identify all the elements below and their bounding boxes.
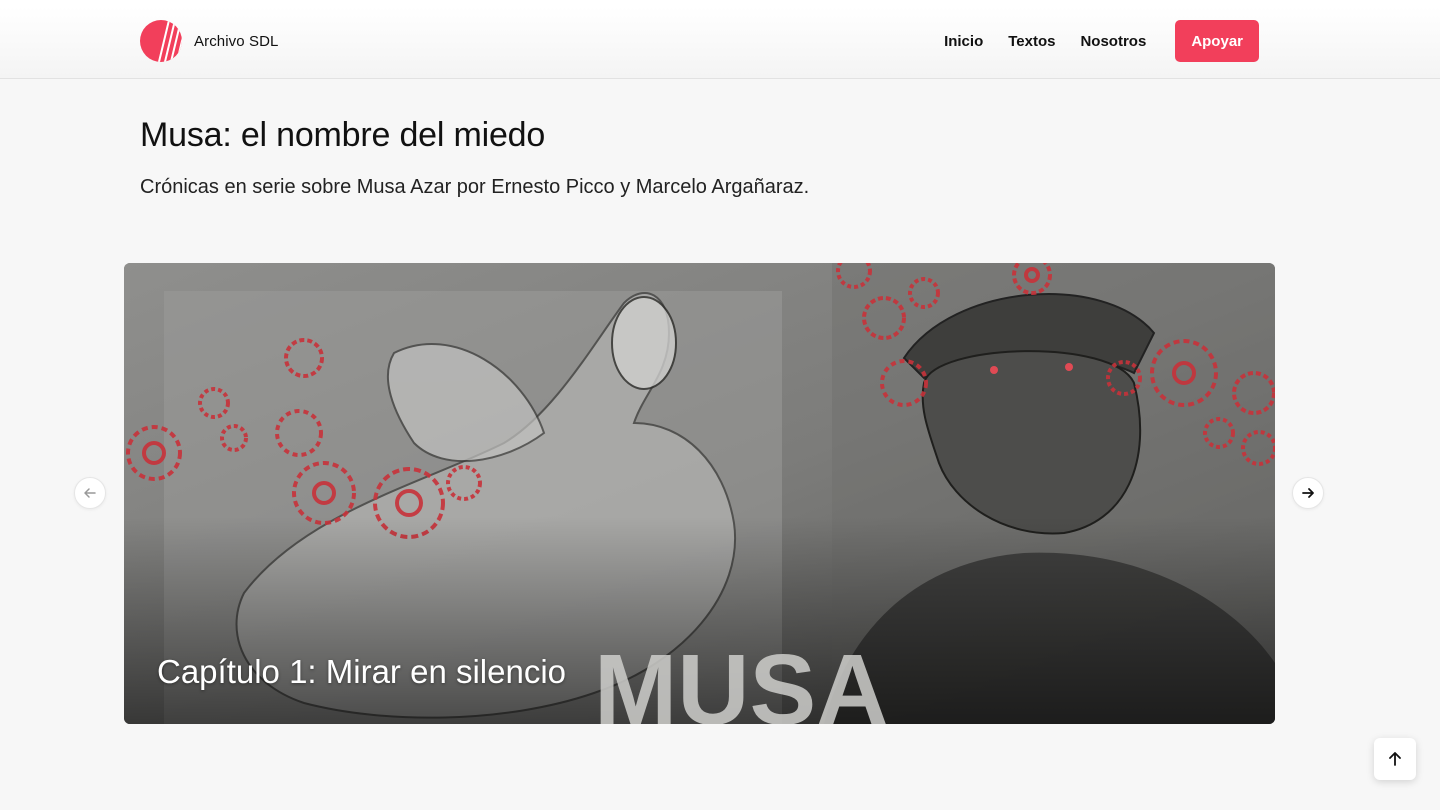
main-nav: Inicio Textos Nosotros Apoyar xyxy=(944,20,1259,62)
carousel-slide[interactable]: MUSA Capítulo 1: Mirar en silencio xyxy=(124,263,1275,724)
carousel-next-button[interactable] xyxy=(1292,477,1324,509)
arrow-up-icon xyxy=(1389,752,1401,766)
brand-link[interactable]: Archivo SDL xyxy=(140,20,278,62)
nav-link-nosotros[interactable]: Nosotros xyxy=(1080,33,1146,50)
top-strip xyxy=(0,0,1440,7)
slide-title: Capítulo 1: Mirar en silencio xyxy=(157,653,567,690)
nav-link-inicio[interactable]: Inicio xyxy=(944,33,983,50)
arrow-left-icon xyxy=(84,488,96,498)
site-header: Archivo SDL Inicio Textos Nosotros Apoya… xyxy=(0,7,1440,79)
page-subtitle: Crónicas en serie sobre Musa Azar por Er… xyxy=(140,176,810,198)
arrow-right-icon xyxy=(1302,488,1314,498)
carousel-prev-button[interactable] xyxy=(74,477,106,509)
apoyar-button[interactable]: Apoyar xyxy=(1175,20,1259,62)
nav-link-textos[interactable]: Textos xyxy=(1008,33,1055,50)
scroll-to-top-button[interactable] xyxy=(1374,738,1416,780)
archivo-sdl-logo-icon xyxy=(140,20,182,62)
page-title: Musa: el nombre del miedo xyxy=(140,116,546,154)
brand-name: Archivo SDL xyxy=(194,32,279,50)
slide-art-text: MUSA xyxy=(594,634,888,724)
